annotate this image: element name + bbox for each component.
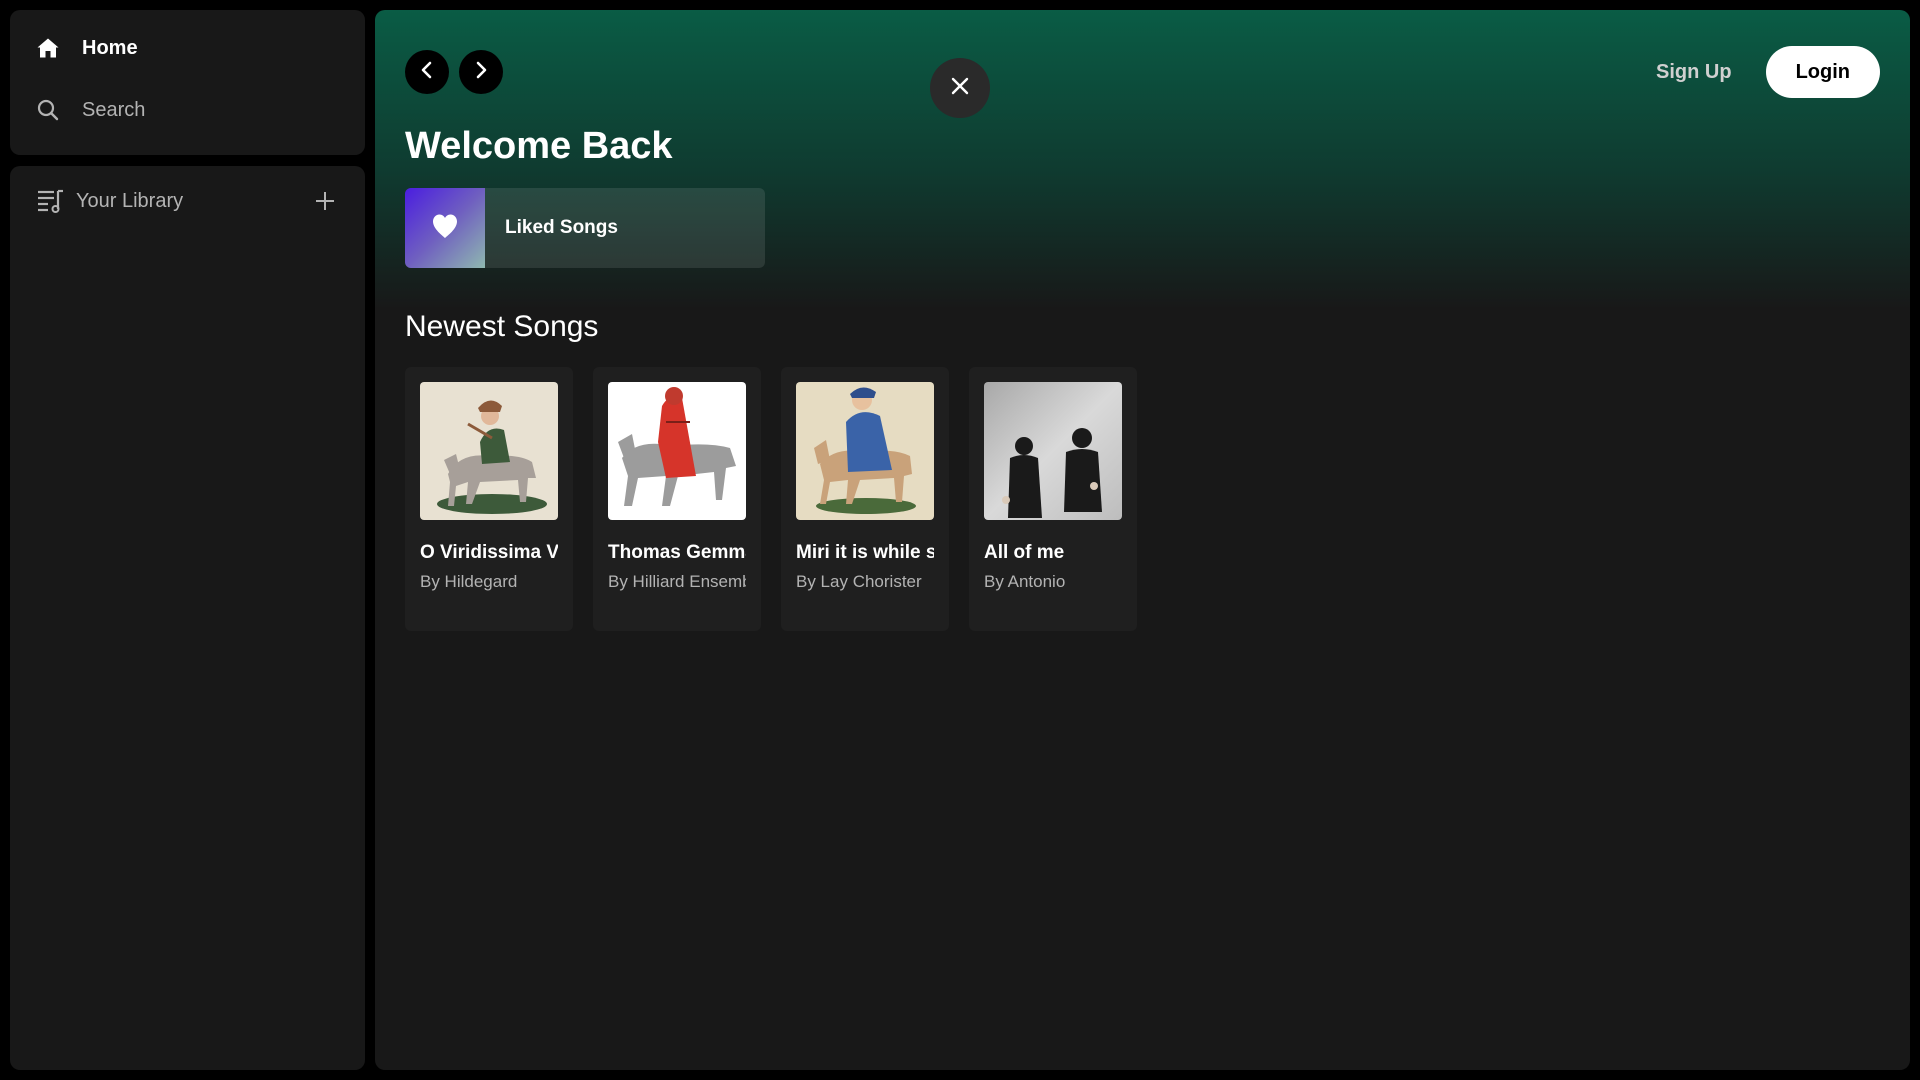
search-icon [36,98,82,122]
section-title: Newest Songs [405,310,599,343]
login-button[interactable]: Login [1765,46,1880,98]
sidebar-item-home[interactable]: Home [36,28,365,68]
song-card[interactable]: O Viridissima Virga By Hildegard [405,367,573,631]
library-header[interactable]: Your Library [10,166,365,236]
heart-icon [431,213,459,244]
main-content: Sign Up Login Welcome Back Liked Songs N… [375,10,1910,1070]
song-artist: By Antonio [984,572,1066,591]
song-cover-art [420,382,558,520]
song-cover-art [608,382,746,520]
song-cover-art [984,382,1122,520]
app-root: Home Search Your Library Sign Up Login W… [0,0,1920,1080]
song-artist: By Lay Chorister [796,572,922,591]
song-title: Thomas Gemma [608,542,746,563]
close-icon [950,76,970,101]
back-button[interactable] [405,50,449,94]
song-title: Miri it is while sumer ilast [796,542,934,563]
page-title: Welcome Back [405,125,673,167]
song-artist: By Hilliard Ensemble [608,572,746,591]
sidebar-item-search[interactable]: Search [36,90,365,130]
song-card[interactable]: Thomas Gemma By Hilliard Ensemble [593,367,761,631]
close-button[interactable] [930,58,990,118]
song-list: O Viridissima Virga By Hildegard Thomas … [405,367,1137,631]
plus-icon[interactable] [311,187,339,215]
song-title: O Viridissima Virga [420,542,558,563]
liked-songs-tile[interactable]: Liked Songs [405,188,765,268]
liked-songs-cover [405,188,485,268]
song-card[interactable]: All of me By Antonio [969,367,1137,631]
chevron-left-icon [417,60,437,85]
home-icon [36,36,82,60]
sidebar-item-label: Home [82,36,138,59]
song-cover-art [796,382,934,520]
history-nav [405,50,503,94]
song-title: All of me [984,542,1065,563]
liked-songs-label: Liked Songs [505,217,618,238]
sidebar-item-label: Search [82,98,146,121]
library-panel: Your Library [10,166,365,1070]
song-card[interactable]: Miri it is while sumer ilast By Lay Chor… [781,367,949,631]
sidebar-nav: Home Search [10,10,365,155]
library-icon [36,187,76,215]
song-artist: By Hildegard [420,572,518,591]
library-label: Your Library [76,189,184,212]
forward-button[interactable] [459,50,503,94]
signup-button[interactable]: Sign Up [1656,61,1732,84]
chevron-right-icon [471,60,491,85]
auth-actions: Sign Up Login [1656,46,1880,98]
